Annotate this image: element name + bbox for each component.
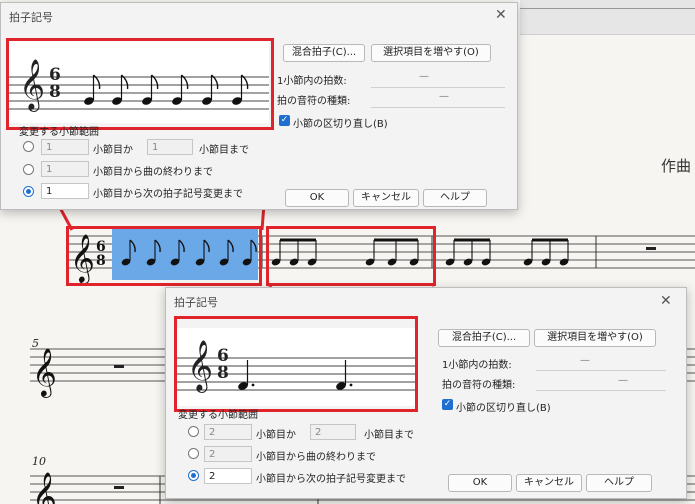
note-flag: [129, 239, 136, 253]
dotted-quarter-notes: [238, 360, 353, 390]
add-selection-button[interactable]: 選択項目を増やす(O): [534, 329, 656, 347]
measure-number: 5: [32, 337, 39, 350]
note-flag: [151, 74, 159, 90]
cancel-button[interactable]: キャンセル: [516, 474, 582, 492]
to-measure-field[interactable]: 2: [310, 424, 356, 440]
dialog-title: 拍子記号: [174, 296, 218, 309]
close-icon[interactable]: ✕: [660, 293, 672, 309]
note-flag: [181, 74, 189, 90]
beat-unit-label: 拍の音符の種類:: [277, 96, 351, 107]
ok-button[interactable]: OK: [285, 189, 349, 207]
from-to-label-a: 小節目か: [256, 430, 296, 441]
divider: [371, 87, 505, 88]
time-signature-preview: 𝄞 6 8: [177, 328, 415, 406]
divider: [371, 107, 505, 108]
treble-clef-icon: 𝄞: [32, 471, 57, 504]
beats-per-measure-value: —: [419, 71, 429, 82]
range-radio-to-end[interactable]: [23, 164, 34, 175]
time-signature-denominator: 8: [96, 253, 106, 269]
to-next-label: 小節目から次の拍子記号変更まで: [93, 189, 243, 200]
measure-number: 10: [32, 455, 46, 468]
divider: [536, 370, 666, 371]
to-end-field[interactable]: 1: [41, 161, 89, 177]
range-radio-to-next[interactable]: [23, 186, 34, 197]
note-flag: [241, 74, 249, 90]
close-icon[interactable]: ✕: [495, 7, 507, 23]
range-radio-from-to[interactable]: [23, 141, 34, 152]
to-next-field[interactable]: 1: [41, 183, 89, 199]
beat-unit-value: —: [439, 91, 449, 102]
beat-unit-label: 拍の音符の種類:: [442, 380, 516, 391]
beats-per-measure-label: 1小節内の拍数:: [442, 360, 512, 371]
rebar-label: 小節の区切り直し(B): [293, 119, 388, 130]
time-signature-dialog-2: 拍子記号 ✕ 𝄞 6 8 混合拍子(C)... 選択項目を増やす(O) 1小節内…: [165, 287, 687, 499]
help-button[interactable]: ヘルプ: [423, 189, 487, 207]
to-end-field[interactable]: 2: [204, 446, 252, 462]
add-selection-button[interactable]: 選択項目を増やす(O): [371, 44, 491, 62]
help-button[interactable]: ヘルプ: [586, 474, 652, 492]
range-radio-to-end[interactable]: [188, 448, 199, 459]
note-flag: [154, 239, 161, 253]
to-next-label: 小節目から次の拍子記号変更まで: [256, 474, 406, 485]
beats-per-measure-label: 1小節内の拍数:: [277, 76, 347, 87]
from-measure-field[interactable]: 1: [41, 139, 89, 155]
to-measure-field[interactable]: 1: [147, 139, 193, 155]
treble-clef-icon: 𝄞: [70, 233, 95, 284]
beat-unit-value: —: [618, 375, 628, 386]
range-radio-to-next[interactable]: [188, 470, 199, 481]
rebar-checkbox[interactable]: ✓: [279, 115, 290, 126]
to-end-label: 小節目から曲の終わりまで: [93, 167, 213, 178]
ok-button[interactable]: OK: [448, 474, 512, 492]
from-measure-field[interactable]: 2: [204, 424, 252, 440]
cancel-button[interactable]: キャンセル: [353, 189, 419, 207]
time-signature-preview: 𝄞 6 8: [9, 39, 269, 123]
to-end-label: 小節目から曲の終わりまで: [256, 452, 376, 463]
note-flag: [121, 74, 129, 90]
divider: [536, 390, 666, 391]
range-label: 変更する小節範囲: [19, 127, 99, 138]
beats-per-measure-value: —: [580, 355, 590, 366]
rebar-label: 小節の区切り直し(B): [456, 403, 551, 414]
note-flag: [227, 239, 234, 253]
note-flag: [211, 74, 219, 90]
range-label: 変更する小節範囲: [178, 410, 258, 421]
note-flag: [250, 239, 257, 253]
dialog-title: 拍子記号: [9, 11, 53, 24]
from-to-label-a: 小節目か: [93, 145, 133, 156]
range-radio-from-to[interactable]: [188, 426, 199, 437]
compound-time-button[interactable]: 混合拍子(C)...: [438, 329, 530, 347]
note-flag: [203, 239, 210, 253]
preview-eighth-notes: [84, 74, 249, 105]
treble-clef-icon: 𝄞: [32, 347, 57, 398]
rebar-checkbox[interactable]: ✓: [442, 399, 453, 410]
note-flag: [178, 239, 185, 253]
to-next-field[interactable]: 2: [204, 468, 252, 484]
from-to-label-b: 小節目まで: [364, 430, 414, 441]
note-flag: [93, 74, 101, 90]
from-to-label-b: 小節目まで: [199, 145, 249, 156]
compound-time-button[interactable]: 混合拍子(C)...: [283, 44, 365, 62]
time-signature-dialog-1: 拍子記号 ✕ 𝄞 6 8 混合拍子(C)... 選択項目を増やす(O) 1小節内…: [0, 2, 518, 210]
